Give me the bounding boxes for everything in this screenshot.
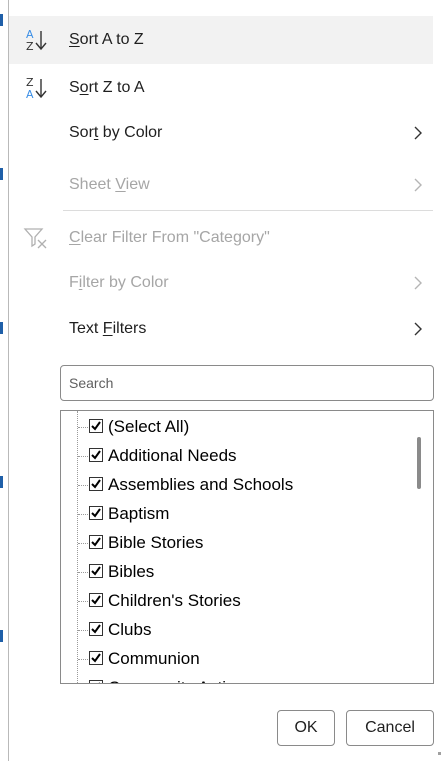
menu-label: Sort Z to A [69, 79, 145, 96]
list-item-label: Bible Stories [108, 533, 204, 552]
list-item-label: Bibles [108, 562, 155, 581]
sheet-edge-mark [0, 322, 3, 334]
list-item-label: Communion [108, 649, 200, 668]
checkmark-icon [91, 508, 101, 518]
list-item[interactable]: Assemblies and Schools [61, 471, 391, 500]
tree-connector [78, 485, 88, 486]
checkbox[interactable] [89, 593, 103, 607]
checkmark-icon [91, 595, 101, 605]
list-item-label: Baptism [108, 504, 170, 523]
checkmark-icon [91, 624, 101, 634]
svg-text:Z: Z [26, 40, 34, 52]
list-item[interactable]: Communion [61, 645, 391, 674]
tree-connector [78, 659, 88, 660]
chevron-right-icon [411, 321, 425, 337]
menu-sort-z-to-a[interactable]: Z A Sort Z to A [9, 64, 433, 112]
checkbox[interactable] [89, 506, 103, 520]
tree-connector [78, 601, 88, 602]
tree-connector [78, 427, 88, 428]
list-item-label: Children's Stories [108, 591, 241, 610]
menu-label: Clear Filter From "Category" [69, 229, 270, 246]
checkbox[interactable] [89, 535, 103, 549]
list-item[interactable]: Community Action [61, 674, 391, 683]
menu-sort-by-color[interactable]: Sort by Color [9, 109, 433, 157]
sheet-edge-mark [0, 14, 3, 26]
svg-text:A: A [26, 88, 34, 100]
menu-label: Sheet View [69, 176, 150, 193]
list-item[interactable]: Bibles [61, 558, 391, 587]
list-item-label: Assemblies and Schools [108, 475, 294, 494]
checkbox[interactable] [89, 680, 103, 683]
checkbox[interactable] [89, 477, 103, 491]
filter-values-list[interactable]: (Select All) Additional Needs Assemblies a… [60, 410, 434, 684]
menu-label: Filter by Color [69, 274, 169, 291]
checkmark-icon [91, 653, 101, 663]
checkbox[interactable] [89, 564, 103, 578]
list-item[interactable]: Children's Stories [61, 587, 391, 616]
checkbox[interactable] [89, 622, 103, 636]
menu-label: Sort A to Z [69, 31, 144, 48]
checkbox[interactable] [89, 651, 103, 665]
checkmark-icon [91, 450, 101, 460]
chevron-right-icon [411, 125, 425, 141]
chevron-right-icon [411, 177, 425, 193]
menu-filter-by-color: Filter by Color [9, 259, 433, 307]
checkbox[interactable] [89, 419, 103, 433]
ok-button[interactable]: OK [277, 710, 335, 746]
list-item[interactable]: Bible Stories [61, 529, 391, 558]
tree-connector [78, 630, 88, 631]
checkmark-icon [98, 682, 100, 683]
sort-ascending-icon: A Z [23, 28, 49, 53]
list-item-label: Community Action [108, 678, 245, 683]
list-item[interactable]: Additional Needs [61, 442, 391, 471]
list-item-label: Additional Needs [108, 446, 237, 465]
sort-descending-icon: Z A [23, 76, 49, 101]
cancel-button[interactable]: Cancel [346, 710, 434, 746]
list-item[interactable]: Clubs [61, 616, 391, 645]
list-item[interactable]: (Select All) [61, 413, 391, 442]
tree-connector [78, 456, 88, 457]
menu-separator [63, 210, 433, 211]
list-scrollbar[interactable] [406, 411, 433, 683]
menu-text-filters[interactable]: Text Filters [9, 305, 433, 353]
tree-connector [78, 543, 88, 544]
checkmark-icon [91, 421, 101, 431]
list-item-label: (Select All) [108, 417, 190, 436]
menu-sheet-view: Sheet View [9, 161, 433, 209]
scrollbar-thumb[interactable] [417, 437, 421, 489]
menu-sort-a-to-z[interactable]: A Z Sort A to Z [9, 16, 433, 64]
list-item-label: Clubs [108, 620, 152, 639]
checkbox[interactable] [89, 448, 103, 462]
menu-label: Text Filters [69, 320, 147, 337]
tree-connector [78, 572, 88, 573]
chevron-right-icon [411, 275, 425, 291]
checkmark-icon [91, 537, 101, 547]
clear-filter-icon [23, 226, 49, 250]
sheet-edge-mark [0, 630, 3, 642]
checkmark-icon [91, 566, 101, 576]
sheet-edge-mark [0, 476, 3, 488]
menu-clear-filter: Clear Filter From "Category" [9, 214, 433, 262]
menu-label: Sort by Color [69, 124, 163, 141]
resize-grip-icon[interactable] [438, 752, 441, 755]
sheet-edge-mark [0, 168, 3, 180]
checkmark-icon [91, 479, 101, 489]
search-input[interactable]: Search [60, 365, 434, 401]
tree-connector [78, 514, 88, 515]
list-item[interactable]: Baptism [61, 500, 391, 529]
